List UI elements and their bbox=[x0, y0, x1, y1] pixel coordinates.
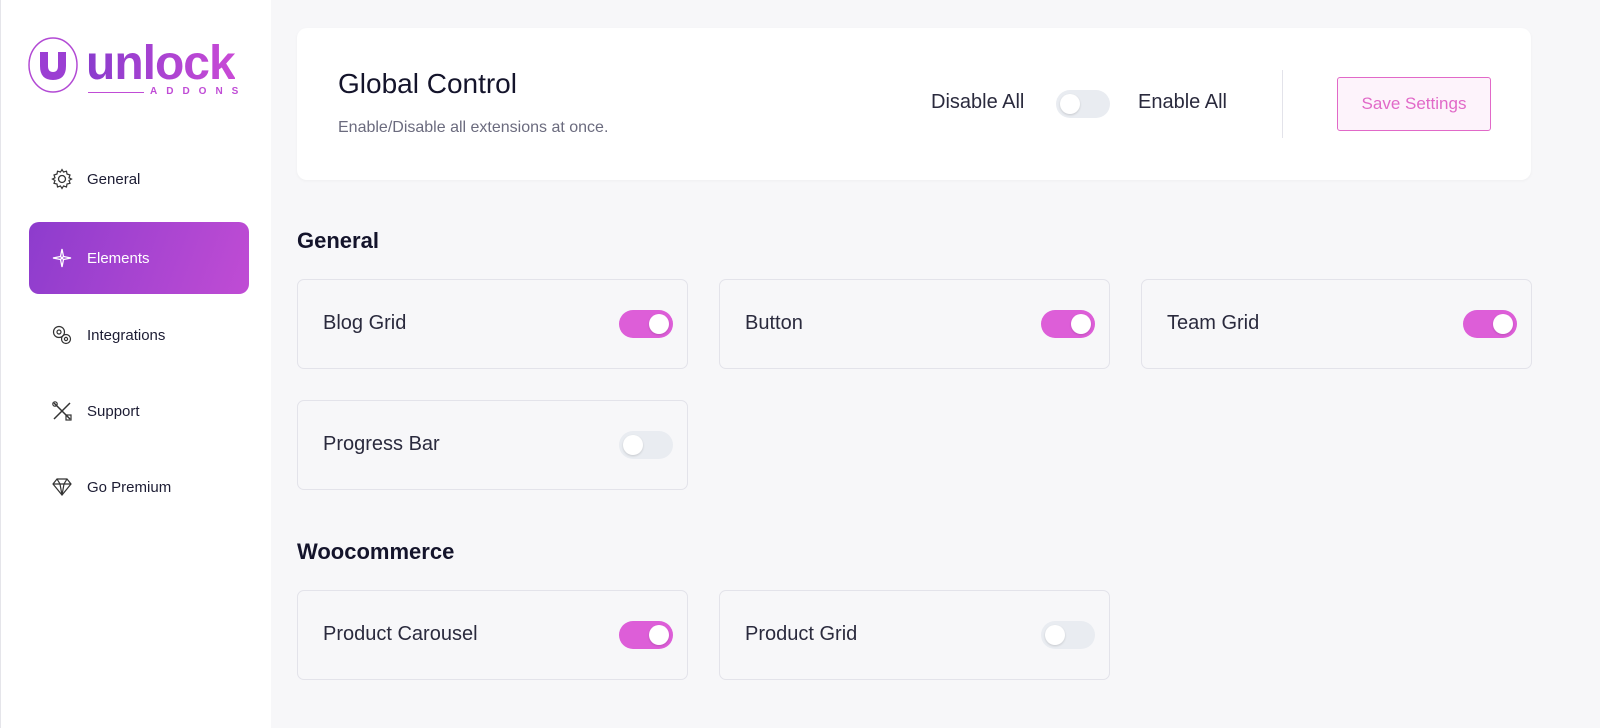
toggle-knob bbox=[1045, 625, 1065, 645]
toggle-knob bbox=[623, 435, 643, 455]
cogs-icon bbox=[51, 324, 73, 346]
element-toggle[interactable] bbox=[1463, 310, 1517, 338]
toggle-knob bbox=[1060, 94, 1080, 114]
element-label: Product Carousel bbox=[323, 623, 478, 645]
element-toggle[interactable] bbox=[619, 310, 673, 338]
element-label: Progress Bar bbox=[323, 433, 440, 455]
element-toggle[interactable] bbox=[1041, 621, 1095, 649]
logo-divider bbox=[88, 92, 144, 93]
element-label: Blog Grid bbox=[323, 312, 407, 334]
element-card-team-grid: Team Grid bbox=[1141, 279, 1532, 369]
element-card-button: Button bbox=[719, 279, 1110, 369]
section-title-general: General bbox=[297, 228, 379, 253]
sidebar: unlock ADDONS General Elements Integrati… bbox=[0, 0, 271, 728]
element-card-product-grid: Product Grid bbox=[719, 590, 1110, 680]
sidebar-item-label: Go Premium bbox=[87, 478, 172, 496]
sidebar-item-label: General bbox=[87, 170, 141, 188]
logo[interactable]: unlock ADDONS bbox=[28, 36, 258, 100]
element-label: Product Grid bbox=[745, 623, 858, 645]
tools-icon bbox=[51, 400, 73, 422]
element-card-progress-bar: Progress Bar bbox=[297, 400, 688, 490]
element-label: Button bbox=[745, 312, 803, 334]
global-control-title: Global Control bbox=[338, 68, 517, 99]
unlock-logo-icon bbox=[28, 37, 78, 93]
diamond-icon bbox=[51, 476, 73, 498]
section-title-woocommerce: Woocommerce bbox=[297, 539, 455, 564]
global-control-subtitle: Enable/Disable all extensions at once. bbox=[338, 119, 609, 136]
gear-icon bbox=[51, 168, 73, 190]
element-card-blog-grid: Blog Grid bbox=[297, 279, 688, 369]
sidebar-item-general[interactable]: General bbox=[29, 143, 249, 215]
element-toggle[interactable] bbox=[619, 621, 673, 649]
sidebar-item-go-premium[interactable]: Go Premium bbox=[29, 451, 249, 523]
sidebar-item-label: Support bbox=[87, 402, 140, 420]
divider bbox=[1282, 70, 1283, 138]
sidebar-item-support[interactable]: Support bbox=[29, 375, 249, 447]
enable-all-label: Enable All bbox=[1138, 91, 1227, 113]
element-toggle[interactable] bbox=[1041, 310, 1095, 338]
sparkle-icon bbox=[51, 247, 73, 269]
main-content: Global Control Enable/Disable all extens… bbox=[271, 0, 1600, 728]
sidebar-item-label: Elements bbox=[87, 249, 150, 267]
global-control-card: Global Control Enable/Disable all extens… bbox=[297, 28, 1531, 180]
sidebar-item-elements[interactable]: Elements bbox=[29, 222, 249, 294]
sidebar-item-integrations[interactable]: Integrations bbox=[29, 299, 249, 371]
disable-all-label: Disable All bbox=[931, 91, 1025, 113]
scrollbar[interactable] bbox=[1591, 0, 1600, 728]
save-settings-button[interactable]: Save Settings bbox=[1337, 77, 1491, 131]
toggle-knob bbox=[1493, 314, 1513, 334]
toggle-knob bbox=[649, 314, 669, 334]
element-toggle[interactable] bbox=[619, 431, 673, 459]
global-toggle[interactable] bbox=[1056, 90, 1110, 118]
element-label: Team Grid bbox=[1167, 312, 1260, 334]
sidebar-item-label: Integrations bbox=[87, 326, 166, 344]
element-card-product-carousel: Product Carousel bbox=[297, 590, 688, 680]
brand-name: unlock bbox=[86, 37, 236, 90]
brand-sub: ADDONS bbox=[150, 86, 248, 97]
toggle-knob bbox=[1071, 314, 1091, 334]
toggle-knob bbox=[649, 625, 669, 645]
